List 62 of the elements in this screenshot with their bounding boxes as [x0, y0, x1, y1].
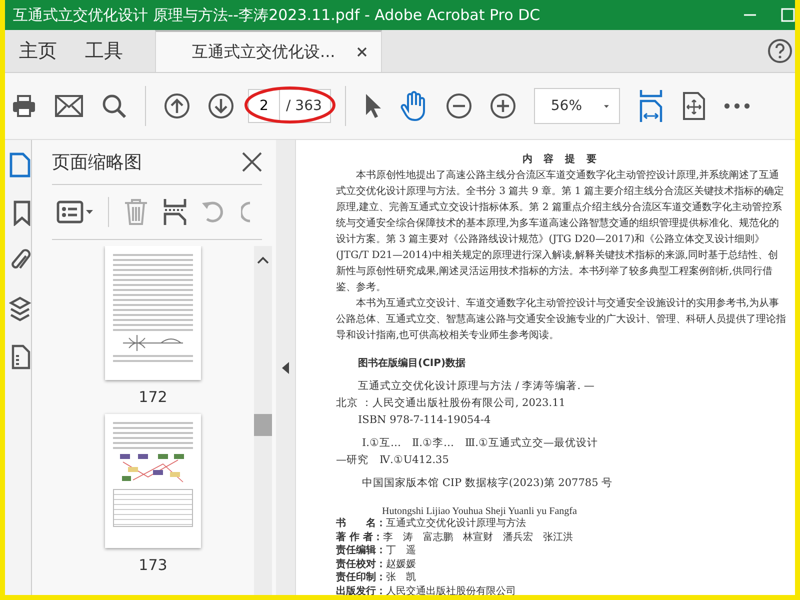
credit-value: 张 凯 [386, 572, 416, 583]
credit-value: 李 涛 富志鹏 林宣财 潘兵宏 张江洪 [382, 532, 573, 542]
pinyin-title: Hutongshi Lijiao Youhua Sheji Yuanli yu Fangfa [382, 506, 578, 517]
more-icon[interactable] [724, 103, 750, 109]
zoom-out-icon[interactable] [446, 93, 472, 119]
close-icon[interactable] [242, 152, 262, 172]
layers-icon[interactable] [9, 296, 31, 322]
bookmark-icon[interactable] [13, 200, 31, 226]
hand-icon[interactable] [400, 91, 428, 121]
options-icon[interactable] [56, 200, 94, 224]
scroll-bar[interactable] [254, 246, 272, 595]
help-icon[interactable] [767, 38, 793, 64]
zoom-dropdown[interactable]: 56% [534, 88, 620, 124]
page-number-label: 172 [138, 388, 168, 406]
pointer-icon[interactable] [364, 93, 382, 119]
panel-title: 页面缩略图 [52, 151, 142, 174]
search-icon[interactable] [101, 93, 127, 119]
close-icon[interactable] [357, 47, 368, 57]
insert-page-icon[interactable] [163, 198, 187, 226]
catalog-line: Ⅰ.①互… Ⅱ.①李… Ⅲ.①互通式立交—最优设计 [361, 436, 599, 451]
credit-value: 人民交通出版社股份有限公司 [386, 586, 516, 595]
next-page-icon[interactable] [208, 93, 234, 119]
collapse-icon[interactable] [282, 362, 289, 374]
credit-value: 丁 遥 [386, 545, 416, 556]
print-icon[interactable] [11, 93, 37, 119]
catalog-line: —研究 Ⅳ.①U412.35 [336, 453, 450, 468]
credit-label: 责任印制： [336, 572, 386, 583]
page-number-label: 173 [138, 556, 168, 574]
pages-icon[interactable] [9, 152, 31, 178]
maximize-icon[interactable] [781, 8, 795, 22]
scroll-thumb[interactable] [254, 414, 272, 436]
document-icon[interactable] [11, 344, 31, 370]
catalog-line: 互通式立交优化设计原理与方法 / 李涛等编著. — [357, 379, 596, 394]
document-tab-title[interactable]: 互通式立交优化设... [192, 42, 336, 62]
fit-page-icon[interactable] [638, 89, 664, 123]
caret-icon [604, 104, 609, 108]
nav-tab[interactable]: 主页 [5, 30, 71, 72]
credit-label: 责任编辑： [336, 545, 386, 556]
credit-label: 出版发行： [336, 586, 386, 595]
interchange-drawing [121, 334, 185, 352]
catalog-line: ISBN 978-7-114-19054-4 [357, 413, 492, 428]
section-heading: 内 容 提 要 [521, 152, 602, 166]
page-thumbnail[interactable] [105, 414, 201, 548]
credit-label: 著 作 者： [336, 532, 383, 542]
mail-icon[interactable] [55, 95, 83, 117]
credit-label: 书 名： [336, 518, 386, 529]
previous-page-icon[interactable] [164, 93, 190, 119]
paragraph: 本书为互通式立交设计、车道交通数字化主动管控设计与交通安全设施设计的实用参考书,为从事公路总体、互通式立交、智慧高速公路与交通安全设施专业的广大设计、管理、科研人员提供了理论指导和设计指南,也可供高校相关专业师生参考阅读。 [336, 296, 787, 343]
window-title: 互通式立交优化设计 原理与方法--李涛2023.11.pdf - Adobe Acrobat Pro DC [13, 6, 542, 24]
scroll-up-icon[interactable] [257, 256, 269, 264]
credit-label: 责任校对： [336, 558, 386, 570]
full-screen-icon[interactable] [682, 91, 706, 121]
cip-heading: 图书在版编目(CIP)数据 [358, 356, 467, 370]
credit-value: 赵媛媛 [386, 558, 416, 570]
page-thumbnail[interactable] [105, 246, 201, 380]
catalog-line: 北京 ：人民交通出版社股份有限公司, 2023.11 [336, 396, 566, 411]
catalog-line: 中国国家版本馆 CIP 数据核字(2023)第 207785 号 [361, 476, 614, 491]
zoom-in-icon[interactable] [490, 93, 516, 119]
credit-value: 互通式立交优化设计原理与方法 [386, 518, 526, 529]
document-tab[interactable]: 互通式立交优化设... [155, 30, 382, 72]
nav-tab[interactable]: 工具 [71, 30, 137, 72]
paragraph: 本书原创性地提出了高速公路主线分合流区车道交通数字化主动管控设计原理,并系统阐述了互通式立交优化设计原理与方法。全书分 3 篇共 9 章。第 1 篇主要介绍主线分合流区关键技术指标的确定原理,建立、完善互通式立交设计指标体系。第 2 篇重点介绍主线分合流区车道交通数字化主动管控系统与交通安全综合保障技术的基本原理,为多车道高速公路智慧交通的组织管理提供标准化、规范化的设计方案。第 3 篇主要对《公路路线设计规范》(JTG D20—2017)和《公路立体交叉设计细则》(JTG/T D21—2014)中相关规定的原理进行深入解读,解释关键技术指标的来源,同时基于总结性、创新性与原创性研究成果,阐述灵活运用技术指标的方法。本书列举了较多典型工程案例剖析,供同行借鉴、参考。 [336, 168, 786, 295]
